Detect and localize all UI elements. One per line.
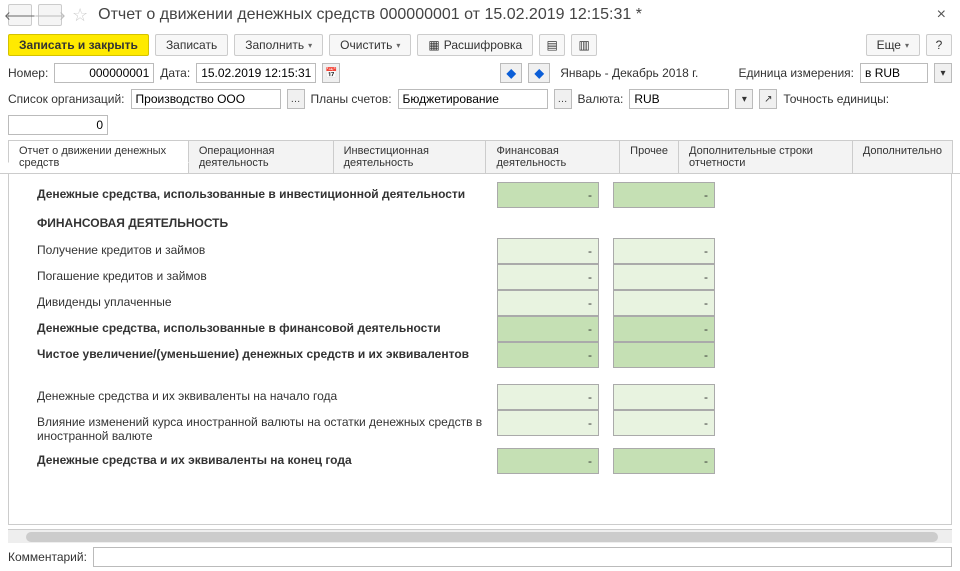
report-grid: Денежные средства, использованные в инве…	[9, 174, 951, 524]
save-close-label: Записать и закрыть	[19, 38, 138, 52]
caret-icon: ▾	[905, 41, 909, 50]
number-label: Номер:	[8, 66, 48, 80]
unit-label: Единица измерения:	[738, 66, 854, 80]
calendar-icon: 📅	[325, 68, 337, 79]
row-label: Денежные средства, использованные в фина…	[17, 316, 497, 342]
caret-icon: ▾	[308, 41, 312, 50]
fill-button[interactable]: Заполнить ▾	[234, 34, 323, 56]
row-label: Получение кредитов и займов	[17, 238, 497, 264]
cell-value[interactable]: -	[613, 342, 715, 368]
row-label: Погашение кредитов и займов	[17, 264, 497, 290]
cell-value[interactable]: -	[613, 290, 715, 316]
decode-label: Расшифровка	[444, 38, 522, 52]
close-button[interactable]: ×	[931, 6, 952, 24]
tab-0[interactable]: Отчет о движении денежных средств	[8, 140, 189, 163]
caret-icon: ▾	[396, 41, 400, 50]
clear-label: Очистить	[340, 38, 392, 52]
plans-input[interactable]	[398, 89, 548, 109]
precision-label: Точность единицы:	[783, 92, 889, 106]
cell-value[interactable]: -	[497, 448, 599, 474]
sheet-icon: ▥	[579, 38, 590, 52]
cell-value[interactable]: -	[613, 384, 715, 410]
cell-value[interactable]: -	[613, 182, 715, 208]
report2-button[interactable]: ▥	[571, 34, 597, 56]
period-next-button[interactable]: ◆	[528, 63, 550, 83]
help-button[interactable]: ?	[926, 34, 952, 56]
save-label: Записать	[166, 38, 217, 52]
spreadsheet-icon: ▤	[547, 38, 558, 52]
row-label: Влияние изменений курса иностранной валю…	[17, 410, 497, 448]
save-close-button[interactable]: Записать и закрыть	[8, 34, 149, 56]
comment-label: Комментарий:	[8, 550, 87, 564]
clear-button[interactable]: Очистить ▾	[329, 34, 411, 56]
orgs-input[interactable]	[131, 89, 281, 109]
currency-dropdown[interactable]: ▾	[735, 89, 753, 109]
period-prev-button[interactable]: ◆	[500, 63, 522, 83]
cell-value[interactable]: -	[497, 182, 599, 208]
row-label: Дивиденды уплаченные	[17, 290, 497, 316]
row-label: Денежные средства и их эквиваленты на ко…	[17, 448, 497, 474]
tab-5[interactable]: Дополнительные строки отчетности	[678, 140, 853, 173]
tabs: Отчет о движении денежных средствОпераци…	[0, 140, 960, 174]
back-button[interactable]: 🡐	[8, 4, 32, 26]
row-label: Денежные средства, использованные в инве…	[17, 182, 497, 208]
more-button[interactable]: Еще ▾	[866, 34, 920, 56]
orgs-ellipsis-button[interactable]: …	[287, 89, 305, 109]
row-label	[17, 368, 497, 384]
unit-input[interactable]	[860, 63, 928, 83]
currency-label: Валюта:	[578, 92, 624, 106]
unit-dropdown[interactable]: ▾	[934, 63, 952, 83]
forward-button[interactable]: 🡒	[38, 4, 62, 26]
cell-value[interactable]: -	[613, 264, 715, 290]
decode-button[interactable]: ▦ Расшифровка	[417, 34, 533, 56]
plans-label: Планы счетов:	[311, 92, 392, 106]
row-label: Чистое увеличение/(уменьшение) денежных …	[17, 342, 497, 368]
comment-input[interactable]	[93, 547, 952, 567]
precision-input[interactable]	[8, 115, 108, 135]
cell-value[interactable]: -	[613, 238, 715, 264]
orgs-label: Список организаций:	[8, 92, 125, 106]
cell-value[interactable]: -	[497, 290, 599, 316]
report1-button[interactable]: ▤	[539, 34, 565, 56]
tab-4[interactable]: Прочее	[619, 140, 679, 173]
cell-value[interactable]: -	[497, 238, 599, 264]
cell-value[interactable]: -	[613, 448, 715, 474]
cell-value[interactable]: -	[497, 410, 599, 436]
horizontal-scrollbar[interactable]	[8, 529, 952, 543]
number-input[interactable]	[54, 63, 154, 83]
fill-label: Заполнить	[245, 38, 304, 52]
favorite-icon[interactable]: ☆	[72, 5, 88, 26]
currency-input[interactable]	[629, 89, 729, 109]
currency-open-button[interactable]: ↗	[759, 89, 777, 109]
more-label: Еще	[877, 38, 901, 52]
period-text: Январь - Декабрь 2018 г.	[560, 66, 698, 80]
save-button[interactable]: Записать	[155, 34, 228, 56]
tab-1[interactable]: Операционная деятельность	[188, 140, 334, 173]
cell-value[interactable]: -	[497, 316, 599, 342]
tab-6[interactable]: Дополнительно	[852, 140, 953, 173]
cell-value[interactable]: -	[497, 384, 599, 410]
tab-2[interactable]: Инвестиционная деятельность	[333, 140, 487, 173]
cell-value[interactable]: -	[613, 410, 715, 436]
cell-value[interactable]: -	[497, 342, 599, 368]
table-icon: ▦	[428, 38, 439, 52]
window-title: Отчет о движении денежных средств 000000…	[98, 6, 925, 24]
calendar-button[interactable]: 📅	[322, 63, 340, 83]
row-label: Денежные средства и их эквиваленты на на…	[17, 384, 497, 410]
date-input[interactable]	[196, 63, 316, 83]
cell-value[interactable]: -	[497, 264, 599, 290]
row-label: ФИНАНСОВАЯ ДЕЯТЕЛЬНОСТЬ	[17, 208, 497, 238]
date-label: Дата:	[160, 66, 190, 80]
plans-ellipsis-button[interactable]: …	[554, 89, 572, 109]
cell-value[interactable]: -	[613, 316, 715, 342]
tab-3[interactable]: Финансовая деятельность	[485, 140, 620, 173]
